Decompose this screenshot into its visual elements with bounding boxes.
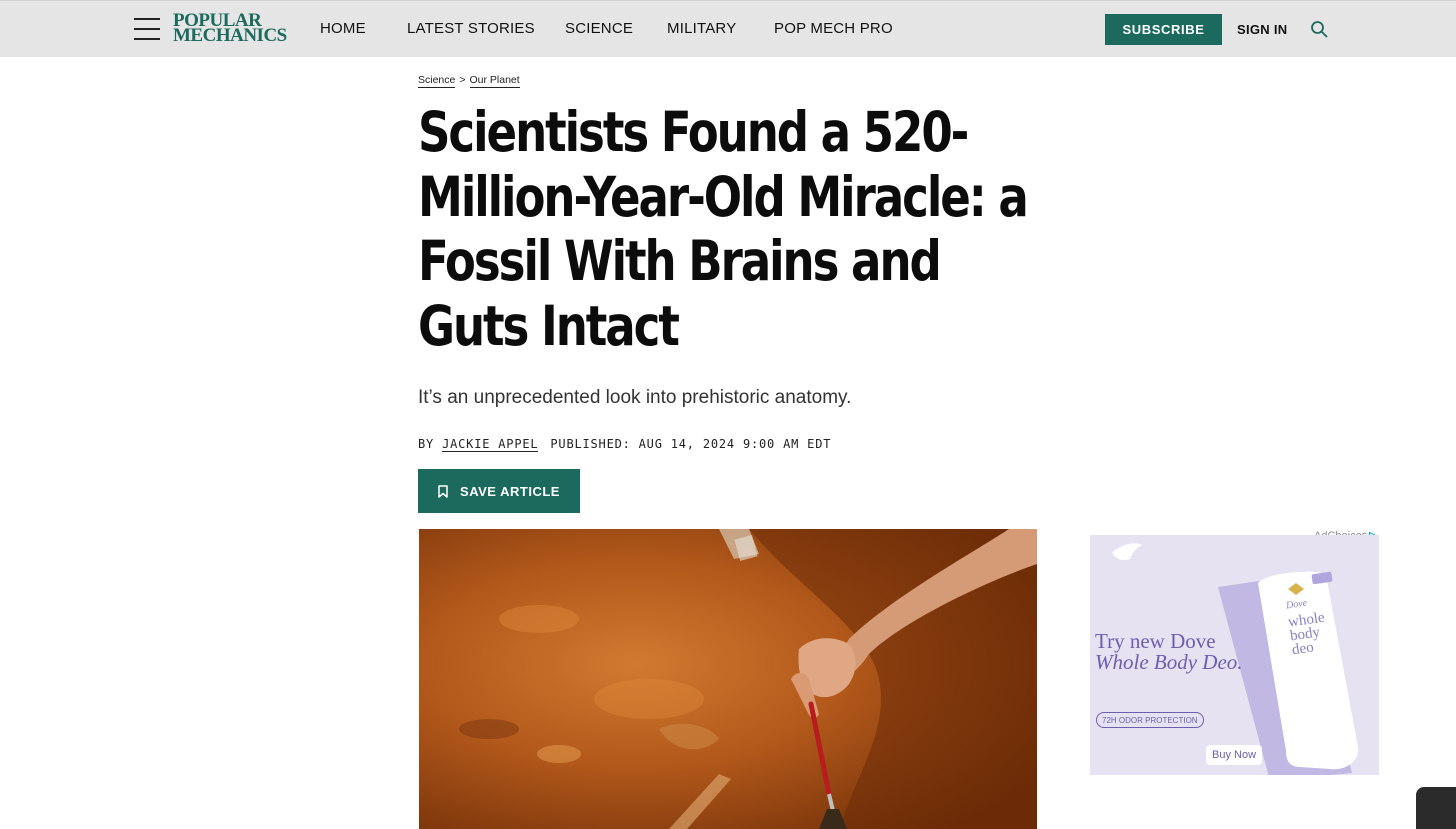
breadcrumb-our-planet[interactable]: Our Planet bbox=[469, 74, 520, 88]
nav-pop-mech-pro[interactable]: POP MECH PRO bbox=[774, 20, 893, 37]
breadcrumb-separator: > bbox=[459, 74, 466, 86]
nav-science[interactable]: SCIENCE bbox=[565, 20, 633, 37]
byline-prefix: BY bbox=[418, 437, 435, 451]
ad-headline-line-2: Whole Body Deo. bbox=[1095, 650, 1243, 674]
product-name: whole body deo bbox=[1287, 610, 1329, 659]
save-article-label: SAVE ARTICLE bbox=[460, 483, 560, 499]
headline-line: Guts Intact bbox=[418, 293, 680, 358]
hero-image bbox=[419, 529, 1037, 829]
menu-icon[interactable] bbox=[134, 17, 160, 41]
save-article-button[interactable]: SAVE ARTICLE bbox=[418, 469, 580, 513]
nav-military[interactable]: MILITARY bbox=[667, 20, 736, 37]
logo-line-2: MECHANICS bbox=[173, 25, 287, 46]
subscribe-button[interactable]: SUBSCRIBE bbox=[1105, 14, 1222, 45]
headline-line: Fossil With Brains and bbox=[418, 229, 942, 293]
ad-headline-line-1: Try new Dove bbox=[1095, 629, 1216, 653]
breadcrumb-science[interactable]: Science bbox=[418, 74, 456, 88]
search-icon[interactable] bbox=[1310, 20, 1328, 38]
sign-in-link[interactable]: SIGN IN bbox=[1237, 22, 1288, 37]
author-link[interactable]: JACKIE APPEL bbox=[442, 437, 539, 452]
ad-headline: Try new Dove Whole Body Deo. bbox=[1095, 631, 1275, 673]
dove-advertisement[interactable]: Dove whole body deo Try new Dove Whole B… bbox=[1090, 535, 1379, 775]
fossil-dig-photo bbox=[419, 529, 1037, 829]
ad-badge: 72H ODOR PROTECTION bbox=[1096, 712, 1204, 728]
site-logo[interactable]: POPULAR MECHANICS bbox=[173, 11, 295, 46]
published-date: PUBLISHED: AUG 14, 2024 9:00 AM EDT bbox=[550, 437, 832, 451]
article-dek: It’s an unprecedented look into prehisto… bbox=[418, 387, 852, 408]
breadcrumb: Science > Our Planet bbox=[418, 74, 520, 88]
buy-now-button[interactable]: Buy Now bbox=[1206, 745, 1263, 765]
headline-line: Million-Year-Old Miracle: a bbox=[418, 164, 1029, 229]
floating-widget[interactable] bbox=[1416, 787, 1456, 829]
byline: BY JACKIE APPEL PUBLISHED: AUG 14, 2024 9… bbox=[418, 437, 832, 452]
bookmark-icon bbox=[438, 484, 448, 498]
nav-latest-stories[interactable]: LATEST STORIES bbox=[407, 20, 535, 37]
nav-home[interactable]: HOME bbox=[320, 20, 366, 37]
headline-line: Scientists Found a 520- bbox=[418, 100, 969, 164]
top-navigation-bar: POPULAR MECHANICS HOME LATEST STORIES SC… bbox=[0, 0, 1456, 57]
article-headline: Scientists Found a 520- Million-Year-Old… bbox=[418, 100, 1038, 358]
